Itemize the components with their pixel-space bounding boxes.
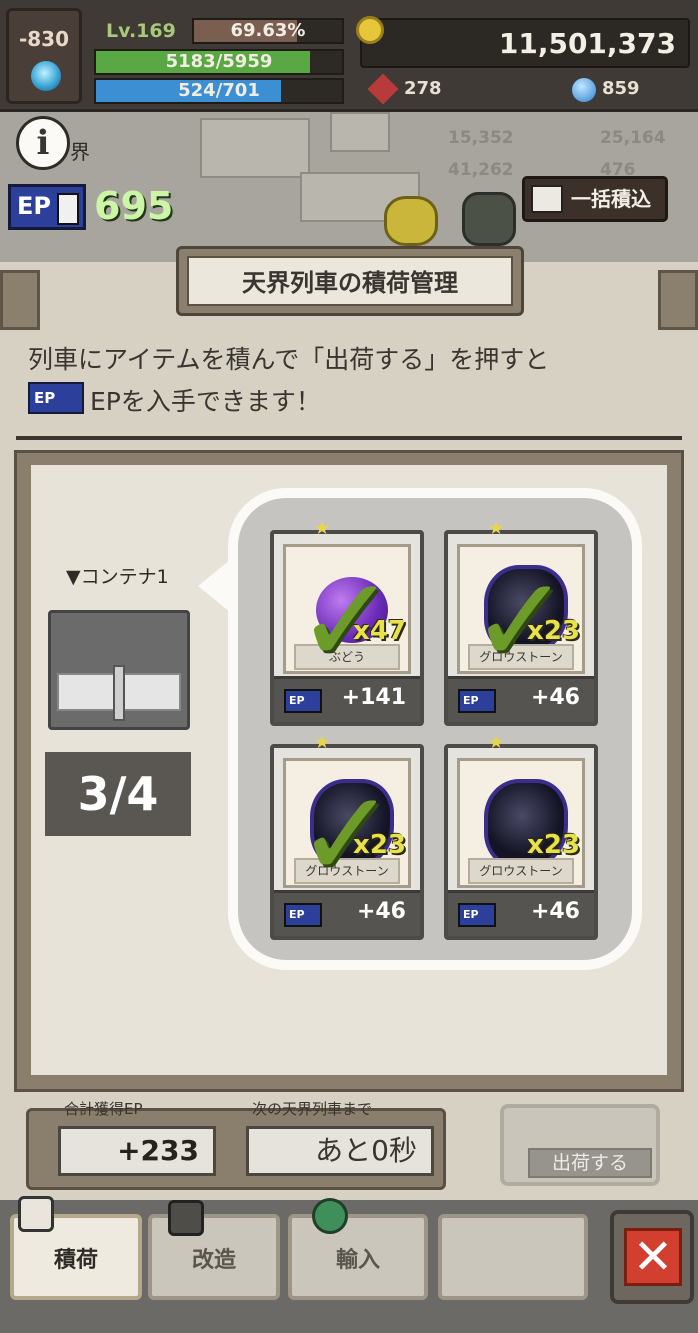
tools-icon: [168, 1200, 204, 1236]
mp-text: 524/701: [178, 80, 260, 101]
map-object-icon: [384, 196, 438, 246]
xp-bar: 69.63%: [192, 18, 344, 44]
hp-bar: 5183/5959: [94, 49, 344, 75]
slot-ep-value: +46: [530, 899, 580, 924]
tab-import[interactable]: 輸入: [288, 1214, 428, 1300]
level-label: Lv.169: [106, 20, 176, 42]
container-pillar: [113, 665, 125, 721]
ep-icon: EP: [458, 903, 496, 927]
gem-icon: [572, 78, 596, 102]
ep-icon: EP: [458, 689, 496, 713]
ep-value: 695: [94, 184, 174, 228]
cargo-slot[interactable]: ★ グロウストーン x23 EP +46: [444, 732, 598, 940]
ep-icon: EP: [8, 184, 86, 230]
star-icon: ★: [488, 732, 505, 753]
gem-value: 859: [602, 78, 640, 99]
bulk-load-button[interactable]: 一括積込: [522, 176, 668, 222]
cargo-slot[interactable]: ★ グロウストーン x23 EP +46 ✓: [270, 732, 424, 940]
resource-2: 25,164: [600, 128, 666, 148]
next-train-timer: あと0秒: [246, 1126, 434, 1176]
description-line-2: EPを入手できます！: [90, 387, 321, 416]
cargo-slot[interactable]: ★ グロウストーン x23 EP +46 ✓: [444, 518, 598, 726]
container-icon: [531, 185, 563, 213]
mp-bar: 524/701: [94, 78, 344, 104]
total-ep-value: +233: [58, 1126, 216, 1176]
checkmark-icon: ✓: [296, 552, 397, 691]
resource-1: 15,352: [448, 128, 514, 148]
close-icon: ✕: [624, 1228, 682, 1286]
gold-panel: 11,501,373: [360, 18, 690, 68]
item-name: グロウストーン: [468, 858, 574, 884]
checkmark-icon: ✓: [470, 552, 571, 691]
speech-bubble-tail: [198, 560, 230, 612]
bag-icon: [312, 1198, 348, 1234]
container-car-icon: [48, 610, 190, 730]
hp-text: 5183/5959: [165, 51, 273, 72]
ep-icon: EP: [284, 903, 322, 927]
checkmark-icon: ✓: [296, 766, 397, 905]
slot-count: 3/4: [45, 752, 191, 836]
gold-value: 11,501,373: [498, 27, 676, 60]
item-quantity: x23: [527, 830, 580, 860]
star-icon: ★: [314, 732, 331, 753]
description-line-1: 列車にアイテムを積んで「出荷する」を押すと: [28, 345, 550, 374]
ship-button[interactable]: 出荷する: [500, 1104, 660, 1186]
statue-icon: [462, 192, 516, 246]
ship-button-label: 出荷する: [528, 1148, 652, 1178]
container-icon: [18, 1196, 54, 1232]
coin-icon: [356, 16, 384, 44]
modal-title: 天界列車の積荷管理: [187, 256, 513, 306]
resource-3: 41,262: [448, 160, 514, 180]
ep-icon: EP: [28, 382, 84, 414]
close-button[interactable]: ✕: [610, 1210, 694, 1304]
soul-flame-icon: [31, 61, 61, 91]
star-icon: ★: [488, 518, 505, 539]
info-icon[interactable]: i: [16, 116, 70, 170]
bulk-load-label: 一括積込: [571, 187, 651, 211]
next-train-label: 次の天界列車まで: [252, 1100, 373, 1118]
container-label[interactable]: ▼コンテナ1: [66, 562, 169, 589]
xp-text: 69.63%: [230, 20, 306, 41]
divider: [16, 436, 682, 440]
cargo-slot[interactable]: ★ ぶどう x47 EP +141 ✓: [270, 518, 424, 726]
total-ep-label: 合計獲得EP: [64, 1100, 143, 1118]
modal-title-plate: 天界列車の積荷管理: [176, 246, 524, 316]
map-stone-block: [200, 118, 310, 178]
level-delta: -830: [18, 27, 70, 51]
ep-icon: EP: [284, 689, 322, 713]
star-icon: ★: [314, 518, 331, 539]
ruby-value: 278: [404, 78, 442, 99]
slot-ep-bar: EP +46: [448, 890, 594, 936]
area-name: 界: [70, 140, 90, 164]
frame-ornament-right: [658, 270, 698, 330]
map-stone-block: [330, 112, 390, 152]
frame-ornament-left: [0, 270, 40, 330]
tab-empty[interactable]: [438, 1214, 588, 1300]
player-avatar[interactable]: -830: [6, 8, 82, 104]
